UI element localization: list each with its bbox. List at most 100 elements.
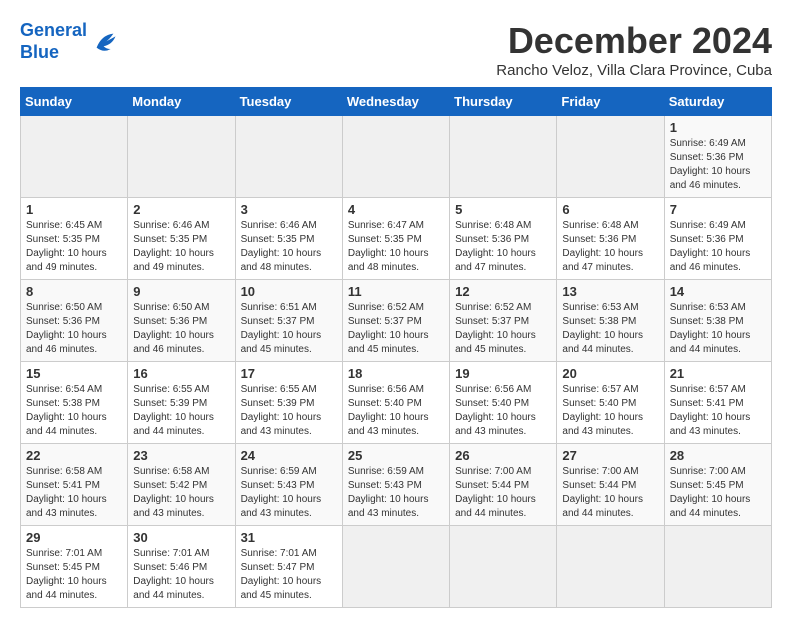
calendar-cell — [128, 116, 235, 198]
day-info: Sunrise: 6:53 AMSunset: 5:38 PMDaylight:… — [562, 301, 658, 357]
month-title: December 2024 — [496, 20, 772, 62]
calendar-cell: 14Sunrise: 6:53 AMSunset: 5:38 PMDayligh… — [664, 280, 771, 362]
day-info: Sunrise: 6:46 AMSunset: 5:35 PMDaylight:… — [241, 219, 337, 275]
calendar-cell: 17Sunrise: 6:55 AMSunset: 5:39 PMDayligh… — [235, 362, 342, 444]
day-info: Sunrise: 7:00 AMSunset: 5:44 PMDaylight:… — [455, 465, 551, 521]
day-info: Sunrise: 7:00 AMSunset: 5:44 PMDaylight:… — [562, 465, 658, 521]
day-info: Sunrise: 6:52 AMSunset: 5:37 PMDaylight:… — [348, 301, 444, 357]
day-number: 12 — [455, 284, 551, 299]
day-info: Sunrise: 6:50 AMSunset: 5:36 PMDaylight:… — [133, 301, 229, 357]
day-number: 10 — [241, 284, 337, 299]
day-number: 1 — [26, 202, 122, 217]
day-number: 1 — [670, 120, 766, 135]
header-wednesday: Wednesday — [342, 88, 449, 116]
day-number: 8 — [26, 284, 122, 299]
day-number: 7 — [670, 202, 766, 217]
calendar-week-5: 22 Sunrise: 6:58 AMSunset: 5:41 PMDayligh… — [21, 444, 772, 526]
day-number: 17 — [241, 366, 337, 381]
calendar-cell: 12 Sunrise: 6:52 AMSunset: 5:37 PMDayligh… — [450, 280, 557, 362]
header-thursday: Thursday — [450, 88, 557, 116]
day-info: Sunrise: 7:01 AMSunset: 5:47 PMDaylight:… — [241, 547, 337, 603]
calendar-cell: 1 Sunrise: 6:49 AMSunset: 5:36 PMDaylight… — [664, 116, 771, 198]
day-number: 30 — [133, 530, 229, 545]
calendar-cell: 2Sunrise: 6:46 AMSunset: 5:35 PMDaylight… — [128, 198, 235, 280]
day-number: 26 — [455, 448, 551, 463]
calendar-cell: 20 Sunrise: 6:57 AMSunset: 5:40 PMDayligh… — [557, 362, 664, 444]
day-info: Sunrise: 6:50 AMSunset: 5:36 PMDaylight:… — [26, 301, 122, 357]
day-number: 16 — [133, 366, 229, 381]
calendar-cell — [235, 116, 342, 198]
day-number: 28 — [670, 448, 766, 463]
day-number: 3 — [241, 202, 337, 217]
calendar-cell: 6 Sunrise: 6:48 AMSunset: 5:36 PMDaylight… — [557, 198, 664, 280]
day-info: Sunrise: 6:48 AMSunset: 5:36 PMDaylight:… — [562, 219, 658, 275]
day-number: 22 — [26, 448, 122, 463]
calendar-cell: 27Sunrise: 7:00 AMSunset: 5:44 PMDayligh… — [557, 444, 664, 526]
calendar-cell — [21, 116, 128, 198]
day-info: Sunrise: 6:48 AMSunset: 5:36 PMDaylight:… — [455, 219, 551, 275]
day-info: Sunrise: 6:55 AMSunset: 5:39 PMDaylight:… — [133, 383, 229, 439]
calendar-cell — [450, 116, 557, 198]
calendar-week-6: 29Sunrise: 7:01 AMSunset: 5:45 PMDayligh… — [21, 526, 772, 608]
calendar-cell — [342, 526, 449, 608]
calendar-cell: 16 Sunrise: 6:55 AMSunset: 5:39 PMDayligh… — [128, 362, 235, 444]
day-info: Sunrise: 6:59 AMSunset: 5:43 PMDaylight:… — [241, 465, 337, 521]
calendar-table: SundayMondayTuesdayWednesdayThursdayFrid… — [20, 87, 772, 608]
calendar-cell: 24 Sunrise: 6:59 AMSunset: 5:43 PMDayligh… — [235, 444, 342, 526]
title-block: December 2024 Rancho Veloz, Villa Clara … — [496, 20, 772, 79]
calendar-cell: 11 Sunrise: 6:52 AMSunset: 5:37 PMDayligh… — [342, 280, 449, 362]
day-info: Sunrise: 6:54 AMSunset: 5:38 PMDaylight:… — [26, 383, 122, 439]
day-info: Sunrise: 6:58 AMSunset: 5:42 PMDaylight:… — [133, 465, 229, 521]
calendar-week-4: 15Sunrise: 6:54 AMSunset: 5:38 PMDayligh… — [21, 362, 772, 444]
day-number: 4 — [348, 202, 444, 217]
day-number: 25 — [348, 448, 444, 463]
day-number: 13 — [562, 284, 658, 299]
day-number: 29 — [26, 530, 122, 545]
calendar-cell: 13 Sunrise: 6:53 AMSunset: 5:38 PMDayligh… — [557, 280, 664, 362]
day-info: Sunrise: 6:52 AMSunset: 5:37 PMDaylight:… — [455, 301, 551, 357]
page-header: GeneralBlue December 2024 Rancho Veloz, … — [20, 20, 772, 79]
calendar-cell — [450, 526, 557, 608]
calendar-cell: 30 Sunrise: 7:01 AMSunset: 5:46 PMDayligh… — [128, 526, 235, 608]
calendar-cell — [664, 526, 771, 608]
calendar-cell: 8 Sunrise: 6:50 AMSunset: 5:36 PMDaylight… — [21, 280, 128, 362]
calendar-cell: 31 Sunrise: 7:01 AMSunset: 5:47 PMDayligh… — [235, 526, 342, 608]
day-number: 24 — [241, 448, 337, 463]
calendar-week-3: 8 Sunrise: 6:50 AMSunset: 5:36 PMDaylight… — [21, 280, 772, 362]
day-number: 21 — [670, 366, 766, 381]
calendar-cell: 29Sunrise: 7:01 AMSunset: 5:45 PMDayligh… — [21, 526, 128, 608]
calendar-cell — [342, 116, 449, 198]
day-info: Sunrise: 6:47 AMSunset: 5:35 PMDaylight:… — [348, 219, 444, 275]
calendar-cell: 5Sunrise: 6:48 AMSunset: 5:36 PMDaylight… — [450, 198, 557, 280]
day-info: Sunrise: 6:58 AMSunset: 5:41 PMDaylight:… — [26, 465, 122, 521]
calendar-cell — [557, 526, 664, 608]
day-number: 20 — [562, 366, 658, 381]
calendar-cell: 22 Sunrise: 6:58 AMSunset: 5:41 PMDayligh… — [21, 444, 128, 526]
day-info: Sunrise: 6:57 AMSunset: 5:40 PMDaylight:… — [562, 383, 658, 439]
day-info: Sunrise: 6:56 AMSunset: 5:40 PMDaylight:… — [348, 383, 444, 439]
day-number: 6 — [562, 202, 658, 217]
logo-text: GeneralBlue — [20, 20, 87, 63]
day-info: Sunrise: 6:56 AMSunset: 5:40 PMDaylight:… — [455, 383, 551, 439]
calendar-cell: 25Sunrise: 6:59 AMSunset: 5:43 PMDayligh… — [342, 444, 449, 526]
logo: GeneralBlue — [20, 20, 119, 63]
day-number: 19 — [455, 366, 551, 381]
header-tuesday: Tuesday — [235, 88, 342, 116]
day-info: Sunrise: 7:00 AMSunset: 5:45 PMDaylight:… — [670, 465, 766, 521]
day-number: 31 — [241, 530, 337, 545]
day-info: Sunrise: 7:01 AMSunset: 5:46 PMDaylight:… — [133, 547, 229, 603]
day-number: 23 — [133, 448, 229, 463]
calendar-cell: 23 Sunrise: 6:58 AMSunset: 5:42 PMDayligh… — [128, 444, 235, 526]
header-sunday: Sunday — [21, 88, 128, 116]
calendar-cell: 19 Sunrise: 6:56 AMSunset: 5:40 PMDayligh… — [450, 362, 557, 444]
day-number: 9 — [133, 284, 229, 299]
calendar-cell: 10Sunrise: 6:51 AMSunset: 5:37 PMDayligh… — [235, 280, 342, 362]
day-info: Sunrise: 6:49 AMSunset: 5:36 PMDaylight:… — [670, 137, 766, 193]
logo-bird-icon — [91, 28, 119, 56]
day-number: 11 — [348, 284, 444, 299]
header-monday: Monday — [128, 88, 235, 116]
day-info: Sunrise: 6:45 AMSunset: 5:35 PMDaylight:… — [26, 219, 122, 275]
header-friday: Friday — [557, 88, 664, 116]
day-info: Sunrise: 6:53 AMSunset: 5:38 PMDaylight:… — [670, 301, 766, 357]
calendar-week-1: 1 Sunrise: 6:49 AMSunset: 5:36 PMDaylight… — [21, 116, 772, 198]
